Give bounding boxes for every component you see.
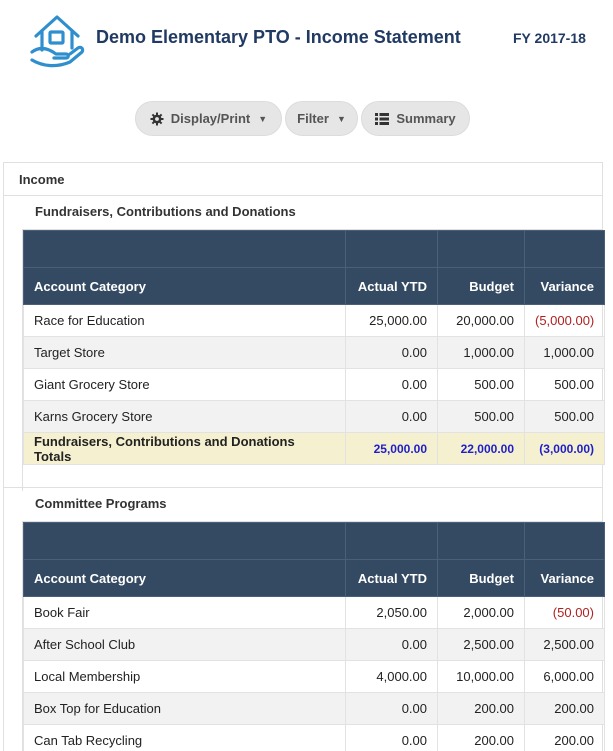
totals-budget: 22,000.00 <box>437 432 525 465</box>
actual-ytd-cell: 2,050.00 <box>345 596 438 629</box>
actual-ytd-cell: 0.00 <box>345 400 438 433</box>
account-category-cell: After School Club <box>23 628 346 661</box>
table-header-spacer <box>23 522 605 560</box>
table-header-spacer <box>23 230 605 268</box>
budget-cell: 200.00 <box>437 724 525 751</box>
totals-variance: (3,000.00) <box>524 432 605 465</box>
fundraisers-table: Account Category Actual YTD Budget Varia… <box>23 230 605 465</box>
list-icon <box>375 112 390 125</box>
actual-ytd-cell: 0.00 <box>345 368 438 401</box>
account-category-cell: Race for Education <box>23 304 346 337</box>
column-header-variance[interactable]: Variance <box>524 267 605 305</box>
variance-cell: 500.00 <box>524 368 605 401</box>
variance-cell: 2,500.00 <box>524 628 605 661</box>
display-print-label: Display/Print <box>170 111 251 126</box>
account-category-cell: Can Tab Recycling <box>23 724 346 751</box>
page-header: Demo Elementary PTO - Income Statement F… <box>0 0 613 80</box>
divider <box>4 487 602 488</box>
fiscal-year-label: FY 2017-18 <box>513 30 586 46</box>
group-title-committee-programs: Committee Programs <box>35 496 167 511</box>
totals-row: Fundraisers, Contributions and Donations… <box>23 432 605 465</box>
budget-cell: 20,000.00 <box>437 304 525 337</box>
column-header-budget[interactable]: Budget <box>437 267 525 305</box>
totals-label: Fundraisers, Contributions and Donations… <box>23 432 346 465</box>
account-category-cell: Target Store <box>23 336 346 369</box>
actual-ytd-cell: 0.00 <box>345 628 438 661</box>
table-row[interactable]: Karns Grocery Store 0.00 500.00 500.00 <box>23 400 605 433</box>
budget-cell: 200.00 <box>437 692 525 725</box>
table-row[interactable]: Local Membership 4,000.00 10,000.00 6,00… <box>23 660 605 693</box>
column-header-account-category[interactable]: Account Category <box>23 267 346 305</box>
actual-ytd-cell: 0.00 <box>345 336 438 369</box>
table-row[interactable]: Race for Education 25,000.00 20,000.00 (… <box>23 304 605 337</box>
summary-button[interactable]: Summary <box>361 101 470 136</box>
table-row[interactable]: Target Store 0.00 1,000.00 1,000.00 <box>23 336 605 369</box>
account-category-cell: Karns Grocery Store <box>23 400 346 433</box>
variance-cell: 200.00 <box>524 692 605 725</box>
budget-cell: 500.00 <box>437 400 525 433</box>
variance-cell: 200.00 <box>524 724 605 751</box>
table-header-row: Account Category Actual YTD Budget Varia… <box>23 559 605 597</box>
column-header-actual-ytd[interactable]: Actual YTD <box>345 267 438 305</box>
variance-cell: (5,000.00) <box>524 304 605 337</box>
budget-cell: 2,000.00 <box>437 596 525 629</box>
table-row[interactable]: After School Club 0.00 2,500.00 2,500.00 <box>23 628 605 661</box>
budget-cell: 10,000.00 <box>437 660 525 693</box>
group-title-fundraisers: Fundraisers, Contributions and Donations <box>35 204 296 219</box>
caret-down-icon: ▼ <box>336 113 346 124</box>
column-header-actual-ytd[interactable]: Actual YTD <box>345 559 438 597</box>
variance-cell: (50.00) <box>524 596 605 629</box>
table-header-row: Account Category Actual YTD Budget Varia… <box>23 267 605 305</box>
divider <box>4 195 602 196</box>
variance-cell: 500.00 <box>524 400 605 433</box>
table-row[interactable]: Box Top for Education 0.00 200.00 200.00 <box>23 692 605 725</box>
filter-label: Filter <box>297 111 329 126</box>
caret-down-icon: ▼ <box>258 113 268 124</box>
table-row[interactable]: Book Fair 2,050.00 2,000.00 (50.00) <box>23 596 605 629</box>
budget-cell: 2,500.00 <box>437 628 525 661</box>
house-hands-logo <box>26 10 88 70</box>
actual-ytd-cell: 25,000.00 <box>345 304 438 337</box>
actual-ytd-cell: 0.00 <box>345 724 438 751</box>
totals-actual-ytd: 25,000.00 <box>345 432 438 465</box>
actual-ytd-cell: 0.00 <box>345 692 438 725</box>
summary-label: Summary <box>396 111 456 126</box>
committee-programs-table: Account Category Actual YTD Budget Varia… <box>23 522 605 751</box>
account-category-cell: Local Membership <box>23 660 346 693</box>
income-panel: Income Fundraisers, Contributions and Do… <box>3 162 605 751</box>
column-header-variance[interactable]: Variance <box>524 559 605 597</box>
income-section-title: Income <box>19 172 65 187</box>
toolbar: Display/Print ▼ Filter ▼ Summary <box>0 101 613 137</box>
table-row[interactable]: Can Tab Recycling 0.00 200.00 200.00 <box>23 724 605 751</box>
column-header-account-category[interactable]: Account Category <box>23 559 346 597</box>
budget-cell: 500.00 <box>437 368 525 401</box>
variance-cell: 6,000.00 <box>524 660 605 693</box>
variance-cell: 1,000.00 <box>524 336 605 369</box>
column-header-budget[interactable]: Budget <box>437 559 525 597</box>
filter-button[interactable]: Filter ▼ <box>285 101 358 136</box>
account-category-cell: Giant Grocery Store <box>23 368 346 401</box>
account-category-cell: Box Top for Education <box>23 692 346 725</box>
budget-cell: 1,000.00 <box>437 336 525 369</box>
table-row[interactable]: Giant Grocery Store 0.00 500.00 500.00 <box>23 368 605 401</box>
gear-icon <box>150 112 164 126</box>
actual-ytd-cell: 4,000.00 <box>345 660 438 693</box>
display-print-button[interactable]: Display/Print ▼ <box>135 101 282 136</box>
page-title: Demo Elementary PTO - Income Statement <box>96 27 461 47</box>
account-category-cell: Book Fair <box>23 596 346 629</box>
